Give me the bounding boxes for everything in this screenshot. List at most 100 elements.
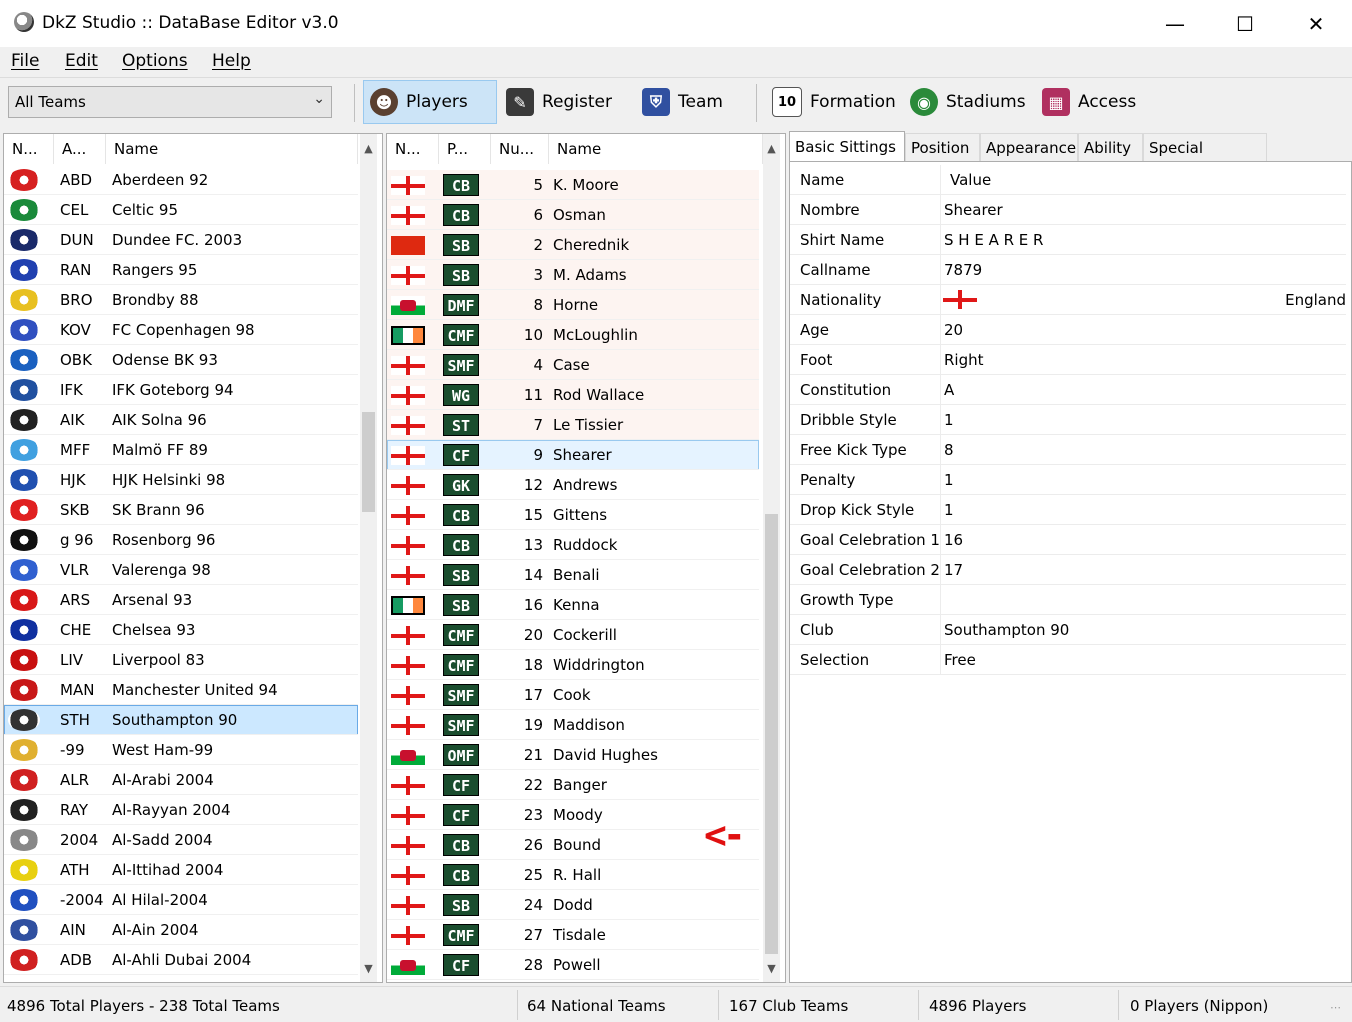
player-row[interactable]: CF 9 Shearer [387, 440, 759, 470]
teams-header-number[interactable]: N... [4, 134, 54, 164]
team-row[interactable]: IFK IFK Goteborg 94 [4, 375, 358, 405]
team-row[interactable]: OBK Odense BK 93 [4, 345, 358, 375]
access-button[interactable]: ▦ Access [1036, 80, 1152, 124]
minimize-button[interactable]: — [1140, 0, 1210, 47]
team-row[interactable]: BRO Brondby 88 [4, 285, 358, 315]
player-row[interactable]: CB 5 K. Moore [387, 170, 759, 200]
players-header-nation[interactable]: N... [387, 134, 439, 164]
property-row[interactable]: Goal Celebration 2 17 [790, 555, 1346, 585]
team-row[interactable]: HJK HJK Helsinki 98 [4, 465, 358, 495]
register-button[interactable]: ✎ Register [500, 80, 630, 124]
player-row[interactable]: CB 13 Ruddock [387, 530, 759, 560]
team-button[interactable]: ⛨ Team [636, 80, 746, 124]
property-row[interactable]: Shirt Name S H E A R E R [790, 225, 1346, 255]
team-row[interactable]: ABD Aberdeen 92 [4, 165, 358, 195]
player-row[interactable]: SMF 17 Cook [387, 680, 759, 710]
players-header-position[interactable]: P... [439, 134, 491, 164]
players-header-number[interactable]: Nu... [491, 134, 549, 164]
menu-file[interactable]: File [11, 51, 39, 71]
team-row[interactable]: CHE Chelsea 93 [4, 615, 358, 645]
property-row[interactable]: Free Kick Type 8 [790, 435, 1346, 465]
property-row[interactable]: Growth Type [790, 585, 1346, 615]
player-row[interactable]: SMF 19 Maddison [387, 710, 759, 740]
close-button[interactable]: ✕ [1281, 0, 1351, 47]
player-row[interactable]: CMF 18 Widdrington [387, 650, 759, 680]
team-row[interactable]: ALR Al-Arabi 2004 [4, 765, 358, 795]
player-row[interactable]: WG 11 Rod Wallace [387, 380, 759, 410]
player-row[interactable]: CF 28 Powell [387, 950, 759, 980]
team-row[interactable]: CEL Celtic 95 [4, 195, 358, 225]
property-grid[interactable]: Name Value Nombre Shearer Shirt Name S H E … [789, 161, 1352, 983]
player-row[interactable]: SMF 4 Case [387, 350, 759, 380]
player-row[interactable]: CB 6 Osman [387, 200, 759, 230]
team-row[interactable]: LIV Liverpool 83 [4, 645, 358, 675]
team-row[interactable]: KOV FC Copenhagen 98 [4, 315, 358, 345]
property-row[interactable]: Nombre Shearer [790, 195, 1346, 225]
menu-help[interactable]: Help [212, 51, 251, 71]
property-row[interactable]: Drop Kick Style 1 [790, 495, 1346, 525]
team-row[interactable]: -2004 Al Hilal-2004 [4, 885, 358, 915]
scroll-thumb[interactable] [765, 514, 778, 954]
player-row[interactable]: CMF 20 Cockerill [387, 620, 759, 650]
teams-list[interactable]: N... A... Name ABD Aberdeen 92 CEL Celtic 9… [3, 133, 383, 983]
team-filter-select[interactable]: All Teams ⌄ [8, 86, 332, 118]
player-row[interactable]: CB 15 Gittens [387, 500, 759, 530]
formation-button[interactable]: 10 Formation [766, 80, 906, 124]
team-row[interactable]: ARS Arsenal 93 [4, 585, 358, 615]
teams-header-abbr[interactable]: A... [54, 134, 106, 164]
team-row[interactable]: ADB Al-Ahli Dubai 2004 [4, 945, 358, 975]
menu-edit[interactable]: Edit [65, 51, 98, 71]
team-row[interactable]: RAY Al-Rayyan 2004 [4, 795, 358, 825]
player-row[interactable]: DMF 8 Horne [387, 290, 759, 320]
player-row[interactable]: SB 2 Cherednik [387, 230, 759, 260]
team-row[interactable]: SKB SK Brann 96 [4, 495, 358, 525]
player-row[interactable]: CMF 27 Tisdale [387, 920, 759, 950]
tab-appearance[interactable]: Appearance [980, 133, 1078, 161]
player-row[interactable]: SB 24 Dodd [387, 890, 759, 920]
team-row[interactable]: RAN Rangers 95 [4, 255, 358, 285]
property-row[interactable]: Selection Free [790, 645, 1346, 675]
stadiums-button[interactable]: ◉ Stadiums [904, 80, 1032, 124]
team-row[interactable]: -99 West Ham-99 [4, 735, 358, 765]
team-row[interactable]: 2004 Al-Sadd 2004 [4, 825, 358, 855]
property-row[interactable]: Age 20 [790, 315, 1346, 345]
property-row[interactable]: Foot Right [790, 345, 1346, 375]
property-row[interactable]: Club Southampton 90 [790, 615, 1346, 645]
players-header-name[interactable]: Name [549, 134, 763, 164]
player-row[interactable]: ST 7 Le Tissier [387, 410, 759, 440]
scroll-up-icon[interactable]: ▲ [763, 140, 780, 157]
tab-ability[interactable]: Ability [1078, 133, 1143, 161]
scroll-down-icon[interactable]: ▼ [360, 960, 377, 977]
resize-grip-icon[interactable]: ⋯ [1330, 1001, 1341, 1014]
player-row[interactable]: CF 22 Banger [387, 770, 759, 800]
property-row[interactable]: Goal Celebration 1 16 [790, 525, 1346, 555]
team-row[interactable]: ATH Al-Ittihad 2004 [4, 855, 358, 885]
tab-position[interactable]: Position [905, 133, 980, 161]
property-row[interactable]: Callname 7879 [790, 255, 1346, 285]
team-row[interactable]: MFF Malmö FF 89 [4, 435, 358, 465]
property-row[interactable]: Dribble Style 1 [790, 405, 1346, 435]
menu-options[interactable]: Options [122, 51, 188, 71]
team-row[interactable]: g 96 Rosenborg 96 [4, 525, 358, 555]
scroll-down-icon[interactable]: ▼ [763, 960, 780, 977]
player-row[interactable]: SB 16 Kenna [387, 590, 759, 620]
property-row[interactable]: Constitution A [790, 375, 1346, 405]
team-row[interactable]: DUN Dundee FC. 2003 [4, 225, 358, 255]
teams-header-name[interactable]: Name [106, 134, 358, 164]
property-row[interactable]: Penalty 1 [790, 465, 1346, 495]
player-row[interactable]: CMF 10 McLoughlin [387, 320, 759, 350]
team-row[interactable]: AIK AIK Solna 96 [4, 405, 358, 435]
player-row[interactable]: CB 25 R. Hall [387, 860, 759, 890]
player-row[interactable]: SB 3 M. Adams [387, 260, 759, 290]
player-row[interactable]: OMF 21 David Hughes [387, 740, 759, 770]
scroll-up-icon[interactable]: ▲ [360, 140, 377, 157]
team-row[interactable]: VLR Valerenga 98 [4, 555, 358, 585]
player-row[interactable]: SB 14 Benali [387, 560, 759, 590]
player-row[interactable]: GK 12 Andrews [387, 470, 759, 500]
team-row[interactable]: AIN Al-Ain 2004 [4, 915, 358, 945]
maximize-button[interactable]: ☐ [1210, 0, 1280, 47]
teams-scrollbar[interactable]: ▲ ▼ [360, 134, 377, 982]
players-button[interactable]: ☻ Players [363, 80, 497, 124]
team-row[interactable]: MAN Manchester United 94 [4, 675, 358, 705]
scroll-thumb[interactable] [362, 412, 375, 512]
